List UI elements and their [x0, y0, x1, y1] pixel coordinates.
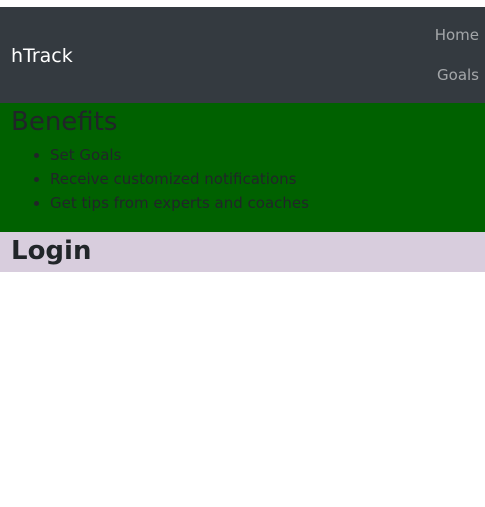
benefits-list: Set Goals Receive customized notificatio…	[11, 143, 485, 215]
benefits-heading: Benefits	[11, 107, 118, 137]
nav-link-home[interactable]: Home	[435, 25, 479, 65]
nav-links: Home Goals	[435, 25, 479, 105]
benefits-list-item: Receive customized notifications	[50, 167, 485, 191]
nav-link-goals[interactable]: Goals	[437, 65, 479, 105]
login-section: Login	[0, 232, 485, 272]
benefits-list-item: Get tips from experts and coaches	[50, 191, 485, 215]
login-heading: Login	[11, 236, 92, 266]
navbar: hTrack Home Goals	[0, 7, 485, 103]
benefits-list-item: Set Goals	[50, 143, 485, 167]
brand-link[interactable]: hTrack	[11, 45, 73, 67]
top-strip	[0, 0, 485, 7]
benefits-section: Benefits Set Goals Receive customized no…	[0, 103, 485, 232]
